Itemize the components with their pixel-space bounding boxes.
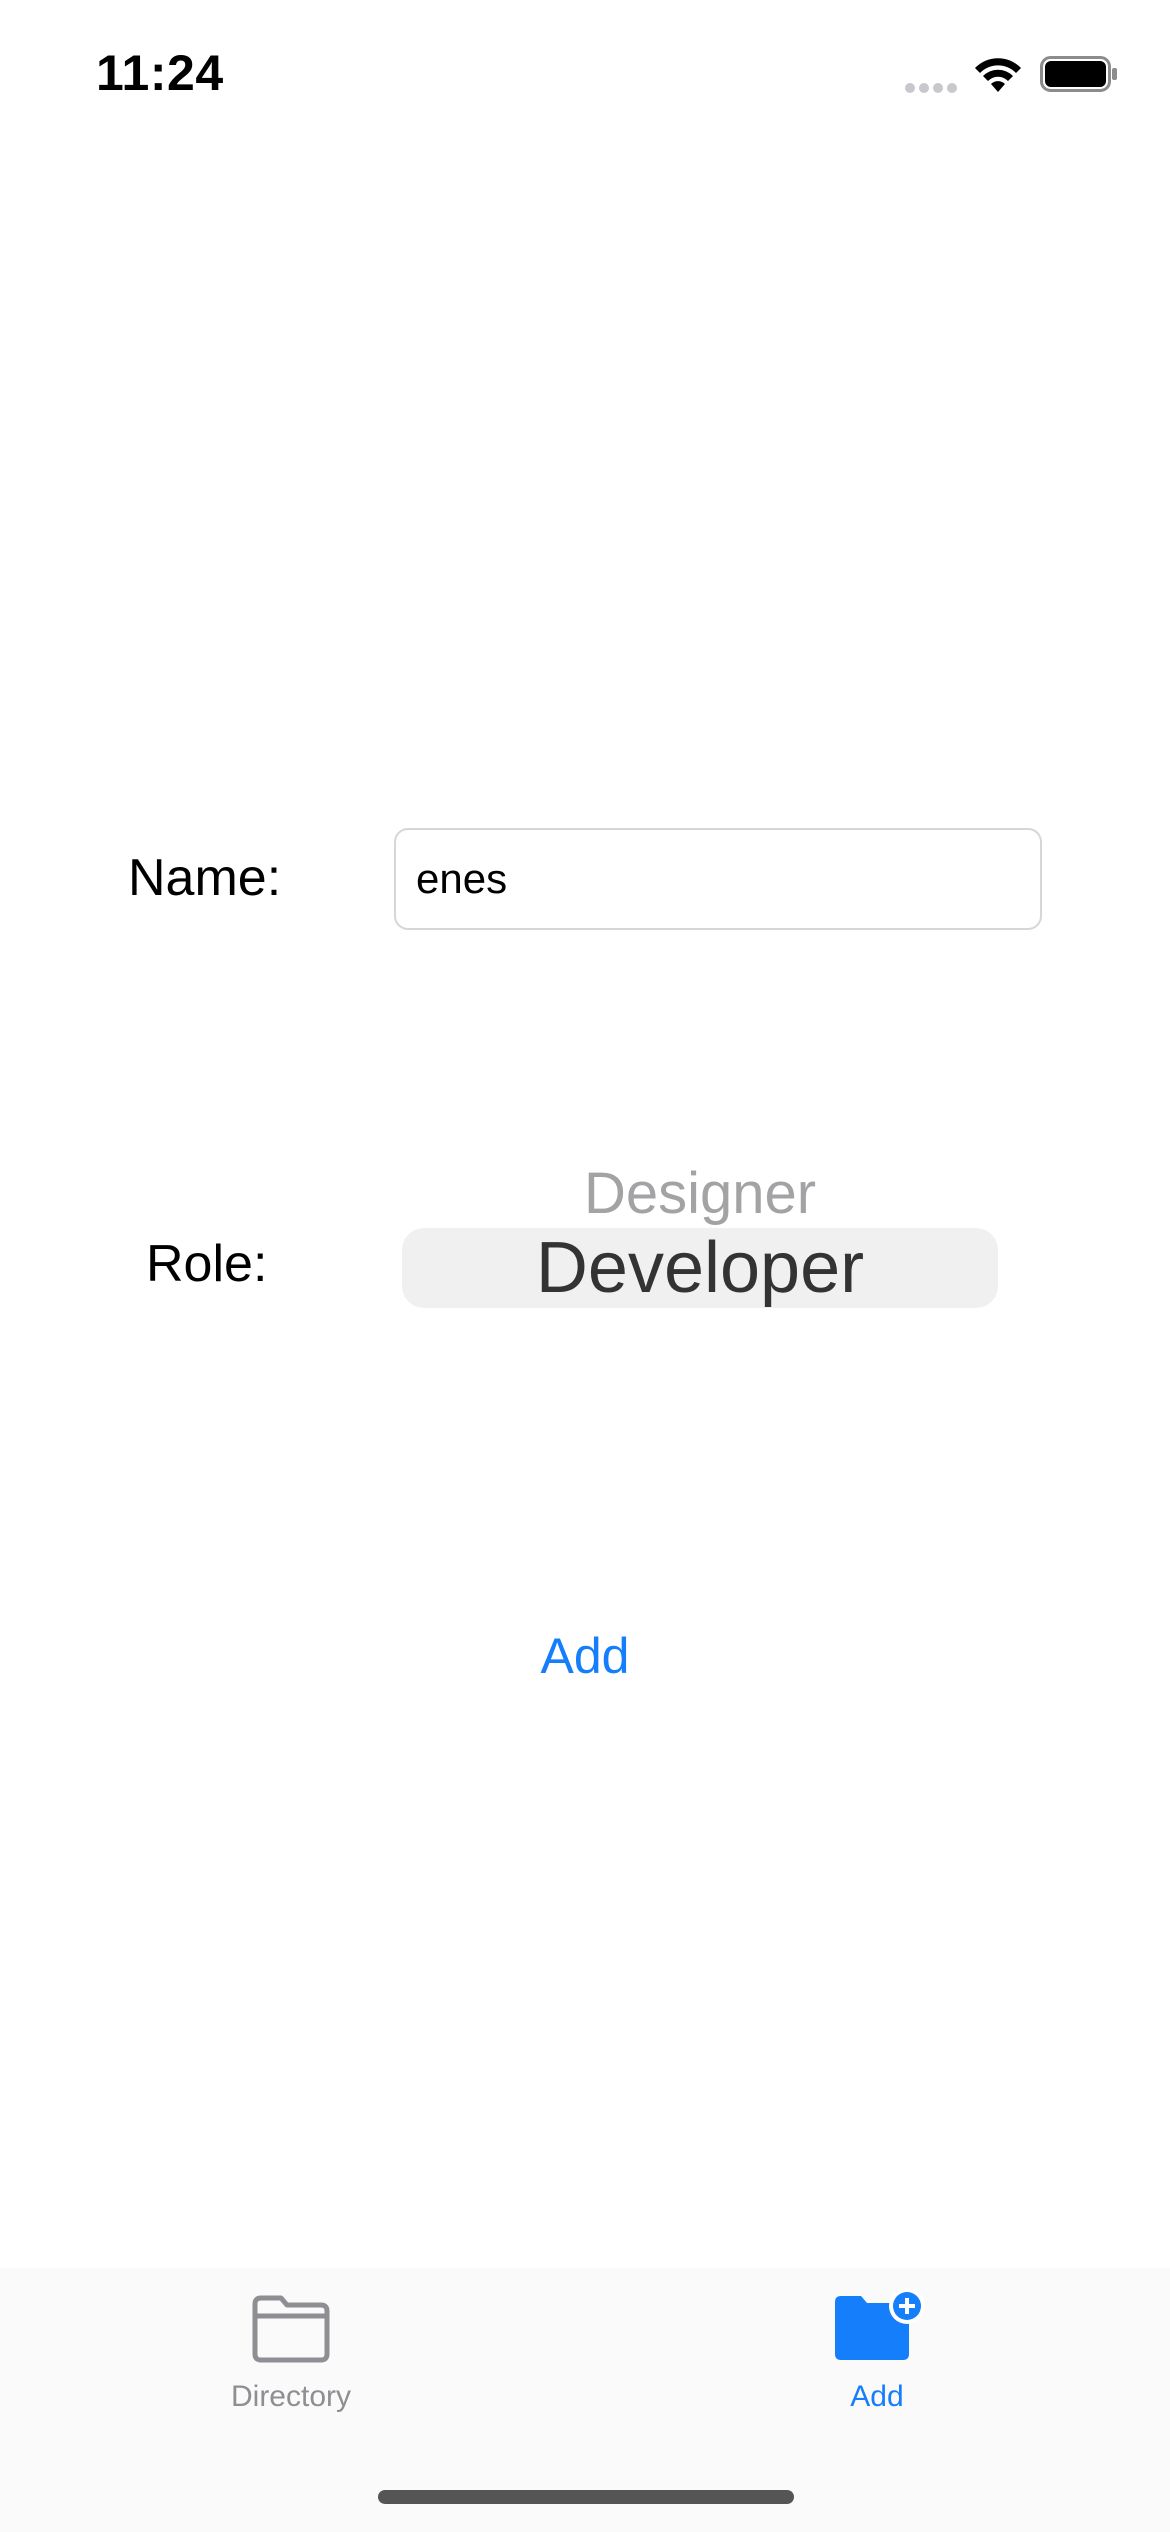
folder-plus-icon bbox=[835, 2288, 925, 2360]
role-label: Role: bbox=[146, 1235, 268, 1293]
home-indicator bbox=[378, 2490, 794, 2504]
battery-icon bbox=[1040, 56, 1117, 92]
picker-option-developer[interactable]: Developer bbox=[402, 1228, 998, 1308]
add-button[interactable]: Add bbox=[485, 1616, 685, 1696]
status-time: 11:24 bbox=[96, 45, 224, 101]
name-input[interactable] bbox=[394, 828, 1042, 930]
picker-option-designer[interactable]: Designer bbox=[402, 1160, 998, 1227]
add-person-screen: 11:24 Name: Role: Designer Developer Add bbox=[0, 0, 1170, 2532]
tab-directory-label: Directory bbox=[230, 2380, 351, 2413]
tab-directory[interactable]: Directory bbox=[141, 2288, 441, 2448]
cellular-signal-icon bbox=[905, 80, 963, 93]
tab-add-label: Add bbox=[850, 2380, 904, 2413]
role-picker[interactable]: Designer Developer bbox=[402, 1140, 998, 1320]
name-label: Name: bbox=[128, 849, 282, 907]
tab-add[interactable]: Add bbox=[727, 2288, 1027, 2448]
status-bar: 11:24 bbox=[0, 0, 1170, 150]
folder-icon bbox=[252, 2295, 330, 2363]
wifi-icon bbox=[975, 58, 1021, 92]
